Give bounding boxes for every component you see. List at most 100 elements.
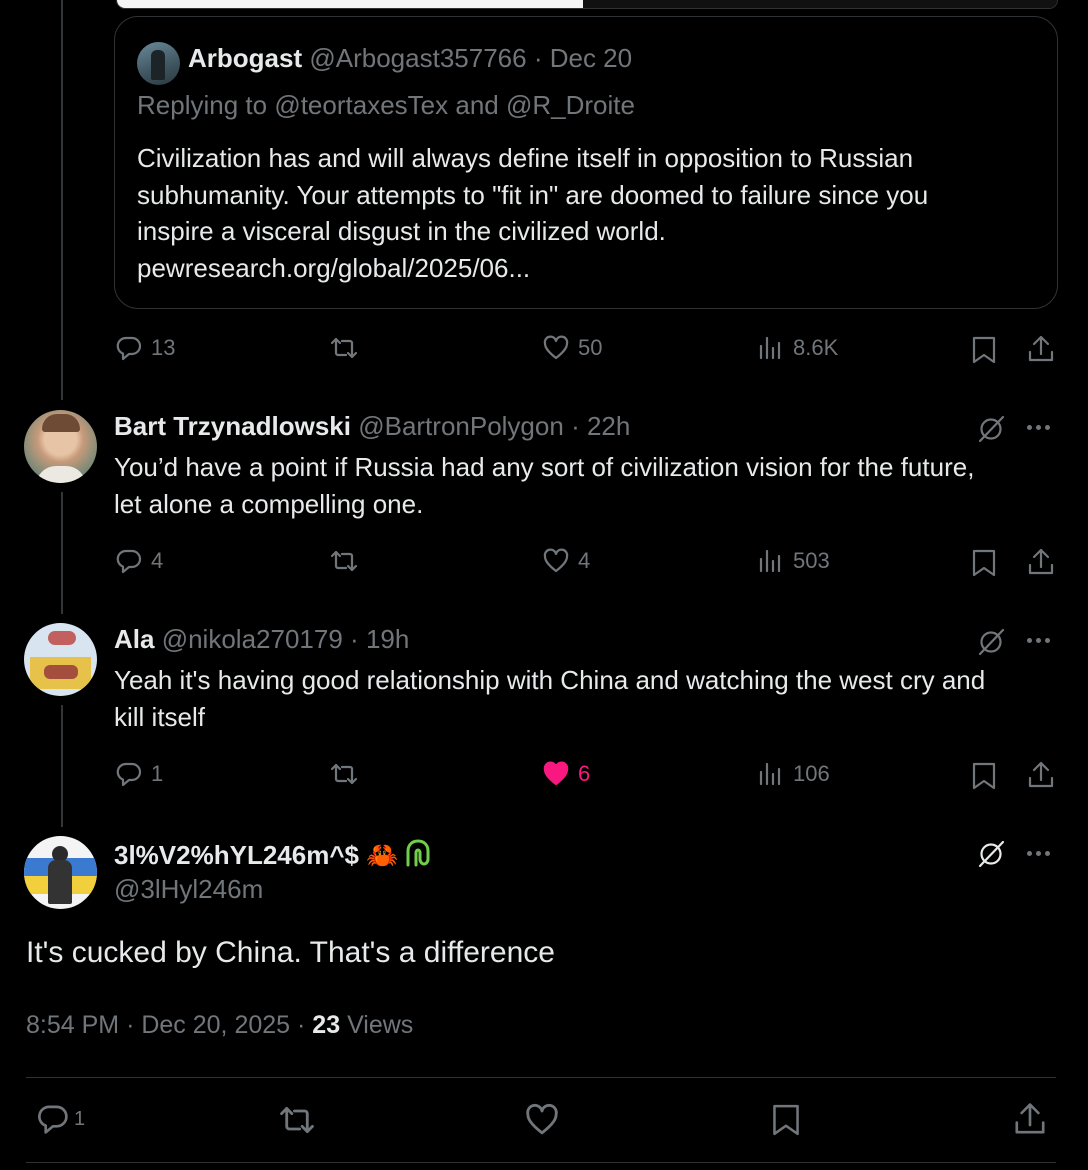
author-handle[interactable]: @Arbogast357766: [309, 43, 526, 73]
like-count: 50: [578, 335, 603, 360]
reply-count: 13: [151, 335, 176, 360]
author-name[interactable]: Bart Trzynadlowski: [114, 411, 351, 441]
thread-line: [61, 0, 63, 400]
reply-text: You’d have a point if Russia had any sor…: [114, 449, 974, 522]
reply-mention[interactable]: @teortaxesTex: [274, 90, 448, 120]
text-line: You’d have a point if Russia had any sor…: [114, 452, 975, 482]
repost-button[interactable]: [330, 547, 358, 575]
bookmark-button[interactable]: [970, 548, 998, 578]
text-line: let alone a compelling one.: [114, 488, 424, 519]
reply-icon: [116, 549, 142, 574]
repost-button[interactable]: [330, 760, 358, 788]
reply-button[interactable]: 1: [115, 760, 163, 788]
separator: ·: [533, 43, 543, 73]
separator: ·: [126, 1011, 135, 1039]
grok-button[interactable]: [975, 626, 1007, 658]
divider: [26, 1162, 1056, 1163]
quoted-post-card[interactable]: Arbogast @Arbogast357766 · Dec 20 Replyi…: [114, 16, 1058, 309]
share-button[interactable]: [1026, 547, 1056, 577]
grok-icon: [978, 415, 1005, 443]
bookmark-button[interactable]: [970, 335, 998, 365]
crab-emoji: 🦀: [366, 840, 399, 870]
text-line: kill itself: [114, 701, 206, 732]
more-icon[interactable]: [1027, 638, 1050, 643]
share-button[interactable]: [1012, 1101, 1048, 1137]
bookmark-button[interactable]: [970, 761, 998, 791]
repost-button[interactable]: [279, 1102, 315, 1138]
views-count: 8.6K: [793, 335, 839, 360]
separator: ·: [571, 411, 580, 441]
bookmark-icon: [972, 336, 996, 364]
author-handle[interactable]: @BartronPolygon: [358, 411, 564, 441]
hand-icon: [406, 839, 430, 867]
repost-icon: [280, 1107, 314, 1133]
avatar[interactable]: [24, 410, 97, 483]
post-time[interactable]: 22h: [587, 411, 630, 441]
repost-icon: [330, 550, 358, 572]
more-icon[interactable]: [1027, 425, 1050, 430]
reply-count: 1: [74, 1107, 86, 1130]
author-name[interactable]: Ala: [114, 624, 154, 654]
bookmark-icon: [972, 762, 996, 790]
post-meta: 8:54 PM · Dec 20, 2025 · 23 Views: [26, 1011, 413, 1040]
share-icon: [1028, 548, 1054, 575]
like-count: 4: [578, 548, 591, 573]
reply-count: 4: [151, 548, 164, 573]
post-time[interactable]: 8:54 PM: [26, 1011, 119, 1039]
post-time[interactable]: 19h: [366, 624, 409, 654]
more-icon[interactable]: [1027, 851, 1050, 856]
avatar[interactable]: [24, 623, 97, 696]
post-date[interactable]: Dec 20: [550, 43, 632, 73]
like-button-active[interactable]: 6: [542, 760, 590, 788]
share-button[interactable]: [1026, 334, 1056, 364]
views-button[interactable]: 106: [757, 760, 830, 788]
share-icon: [1028, 761, 1054, 788]
views-label: Views: [347, 1011, 414, 1039]
heart-icon: [543, 548, 569, 573]
bookmark-icon: [972, 549, 996, 577]
post-date[interactable]: Dec 20, 2025: [141, 1011, 290, 1039]
reply-button[interactable]: 13: [115, 334, 175, 362]
text-line: Yeah it's having good relationship with …: [114, 665, 986, 695]
like-count: 6: [578, 761, 591, 786]
reply-icon: [116, 762, 142, 787]
like-button[interactable]: 50: [542, 334, 602, 362]
views-button[interactable]: 503: [757, 547, 830, 575]
divider: [26, 1077, 1056, 1078]
text-line: subhumanity. Your attempts to "fit in" a…: [137, 179, 929, 210]
avatar[interactable]: [24, 836, 97, 909]
quoted-post-text: Civilization has and will always define …: [137, 140, 928, 286]
author-handle[interactable]: @nikola270179: [162, 624, 343, 654]
separator: ·: [350, 624, 359, 654]
reply-button[interactable]: 1: [36, 1102, 85, 1136]
like-button[interactable]: 4: [542, 547, 590, 575]
grok-icon: [978, 628, 1005, 656]
views-count: 106: [793, 761, 830, 786]
repost-button[interactable]: [330, 334, 358, 362]
like-button[interactable]: [524, 1102, 560, 1138]
avatar: [137, 42, 180, 85]
bookmark-button[interactable]: [770, 1102, 802, 1138]
thread-line: [61, 705, 63, 827]
analytics-icon: [759, 762, 781, 786]
author-name[interactable]: Arbogast: [188, 43, 302, 73]
grok-button[interactable]: [975, 413, 1007, 445]
replying-prefix: Replying to: [137, 90, 268, 120]
reply-mention[interactable]: @R_Droite: [506, 90, 635, 120]
quoted-media-strip: [116, 0, 1058, 9]
views-button[interactable]: 8.6K: [757, 334, 838, 362]
reply-count: 1: [151, 761, 164, 786]
grok-button[interactable]: [975, 838, 1007, 870]
share-icon: [1028, 335, 1054, 362]
share-button[interactable]: [1026, 760, 1056, 790]
author-name[interactable]: 3l%V2%hYL246m^$: [114, 840, 359, 870]
text-line: inspire a visceral disgust in the civili…: [137, 216, 666, 246]
heart-filled-icon: [543, 761, 569, 786]
separator: ·: [297, 1011, 306, 1039]
reply-button[interactable]: 4: [115, 547, 163, 575]
author-handle[interactable]: @3lHyl246m: [114, 874, 263, 905]
heart-icon: [543, 335, 569, 360]
post-link[interactable]: pewresearch.org/global/2025/06...: [137, 250, 928, 287]
analytics-icon: [759, 549, 781, 573]
replying-and: and: [455, 90, 499, 120]
